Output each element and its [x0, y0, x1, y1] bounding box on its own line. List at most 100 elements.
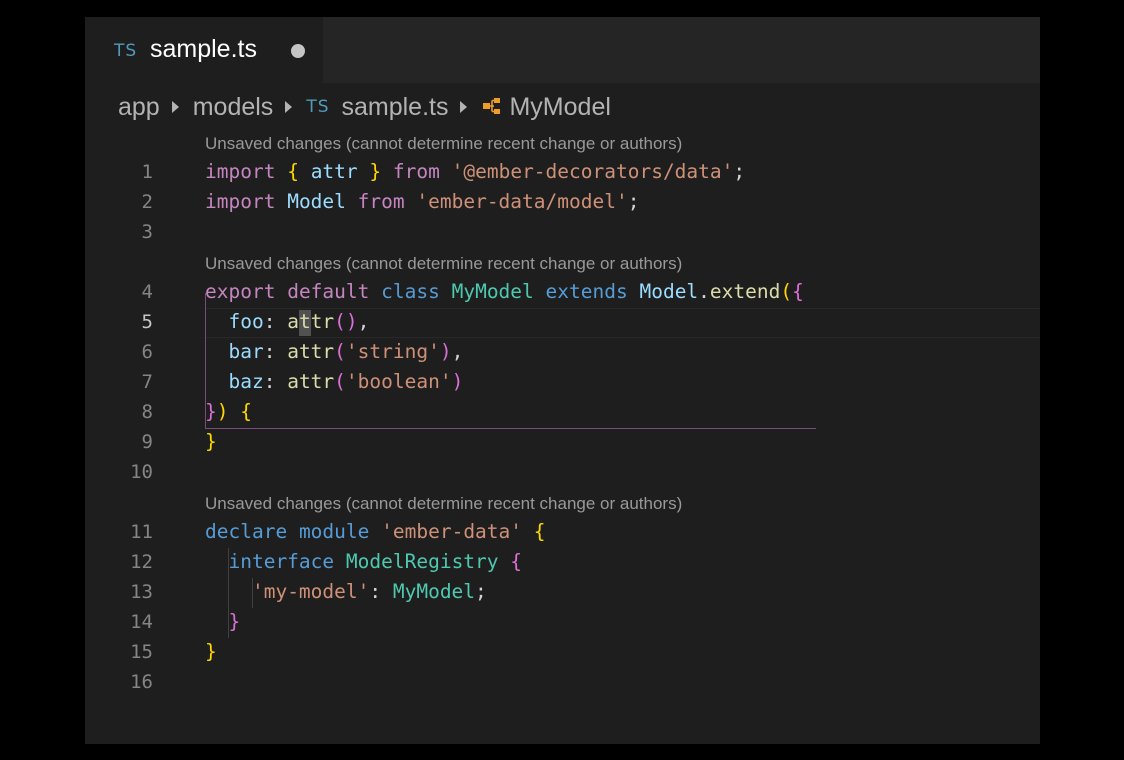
chevron-right-icon — [460, 101, 468, 113]
breadcrumb: app models TS sample.ts MyModel — [118, 90, 611, 124]
code-token: () — [334, 310, 358, 333]
code-token: } — [228, 610, 241, 633]
line-number: 14 — [130, 611, 153, 633]
typescript-file-icon: TS — [114, 41, 138, 61]
code-line[interactable]: export default class MyModel extends Mod… — [205, 280, 804, 303]
line-number: 15 — [130, 641, 153, 663]
line-number: 9 — [141, 431, 153, 453]
code-editor[interactable]: TS sample.ts app models TS sample.ts MyM… — [85, 17, 1040, 744]
code-token: 'ember-data/model' — [416, 190, 628, 213]
chevron-right-icon — [171, 101, 179, 113]
code-line[interactable]: declare module 'ember-data' { — [205, 520, 546, 543]
code-token: ) — [216, 400, 229, 423]
breadcrumb-item-models[interactable]: models — [193, 93, 274, 122]
codelens-unsaved[interactable]: Unsaved changes (cannot determine recent… — [205, 134, 682, 154]
line-number: 13 — [130, 581, 153, 603]
codelens-unsaved[interactable]: Unsaved changes (cannot determine recent… — [205, 254, 682, 274]
code-token: Model — [287, 190, 346, 213]
code-token: baz — [228, 370, 264, 393]
code-token: ; — [733, 160, 746, 183]
code-token: interface — [228, 550, 335, 573]
code-token: Model — [639, 280, 699, 303]
code-token: import — [205, 190, 276, 213]
code-line[interactable]: interface ModelRegistry { — [205, 550, 522, 573]
code-line[interactable]: import { attr } from '@ember-decorators/… — [205, 160, 745, 183]
code-token: attr — [287, 340, 335, 363]
breadcrumb-item-file[interactable]: sample.ts — [342, 93, 449, 122]
code-token: MyModel — [451, 280, 534, 303]
code-token: attr — [287, 310, 335, 333]
line-number: 4 — [141, 281, 153, 303]
code-token: : — [263, 370, 288, 393]
code-token: export — [205, 280, 276, 303]
tab-bar: TS sample.ts — [85, 17, 1040, 83]
code-line[interactable]: import Model from 'ember-data/model'; — [205, 190, 639, 213]
code-token: MyModel — [392, 580, 476, 603]
code-token: ) — [451, 370, 464, 393]
code-token: } — [205, 400, 217, 423]
code-token: , — [357, 310, 370, 333]
code-token: bar — [228, 340, 264, 363]
class-symbol-icon — [483, 98, 501, 114]
code-token: declare — [205, 520, 288, 543]
line-number: 11 — [130, 521, 153, 543]
code-token: ; — [475, 580, 487, 603]
code-token: 'string' — [345, 340, 440, 363]
line-number: 5 — [141, 311, 153, 333]
line-number: 6 — [141, 341, 153, 363]
code-token: ( — [334, 370, 346, 393]
code-token: } — [205, 640, 217, 663]
code-token: from — [392, 160, 440, 183]
code-token: { — [287, 160, 299, 183]
code-token: extends — [545, 280, 628, 303]
code-token: , — [451, 340, 464, 363]
code-token: : — [263, 310, 288, 333]
chevron-right-icon — [285, 101, 293, 113]
line-number: 7 — [141, 371, 153, 393]
line-number: 10 — [130, 461, 153, 483]
line-number: 16 — [130, 671, 153, 693]
code-token: ; — [627, 190, 640, 213]
code-token: attr — [287, 370, 335, 393]
code-token: module — [298, 520, 370, 543]
tab-sample-ts[interactable]: TS sample.ts — [85, 17, 323, 83]
code-line[interactable]: } — [205, 610, 240, 633]
code-token: { — [533, 520, 546, 543]
code-line[interactable]: 'my-model': MyModel; — [205, 580, 487, 603]
code-line[interactable]: baz: attr('boolean') — [205, 370, 463, 393]
code-token: default — [287, 280, 370, 303]
breadcrumb-item-class[interactable]: MyModel — [509, 93, 610, 122]
code-token: : — [369, 580, 393, 603]
unsaved-dot-icon[interactable] — [291, 44, 305, 58]
code-line[interactable]: } — [205, 640, 217, 663]
code-token: extend — [709, 280, 781, 303]
code-token: foo — [228, 310, 264, 333]
codelens-unsaved[interactable]: Unsaved changes (cannot determine recent… — [205, 494, 682, 514]
line-number: 1 — [141, 161, 153, 183]
code-token: ModelRegistry — [345, 550, 499, 573]
code-token: class — [381, 280, 440, 303]
code-line[interactable]: } — [205, 430, 217, 453]
breadcrumb-item-app[interactable]: app — [118, 93, 160, 122]
code-token: from — [357, 190, 405, 213]
code-token: ) — [439, 340, 452, 363]
code-line[interactable]: foo: attr(), — [205, 310, 369, 333]
code-line[interactable]: }) { — [205, 400, 252, 423]
tab-label: sample.ts — [150, 35, 257, 63]
code-line[interactable]: bar: attr('string'), — [205, 340, 463, 363]
code-token: import — [205, 160, 276, 183]
